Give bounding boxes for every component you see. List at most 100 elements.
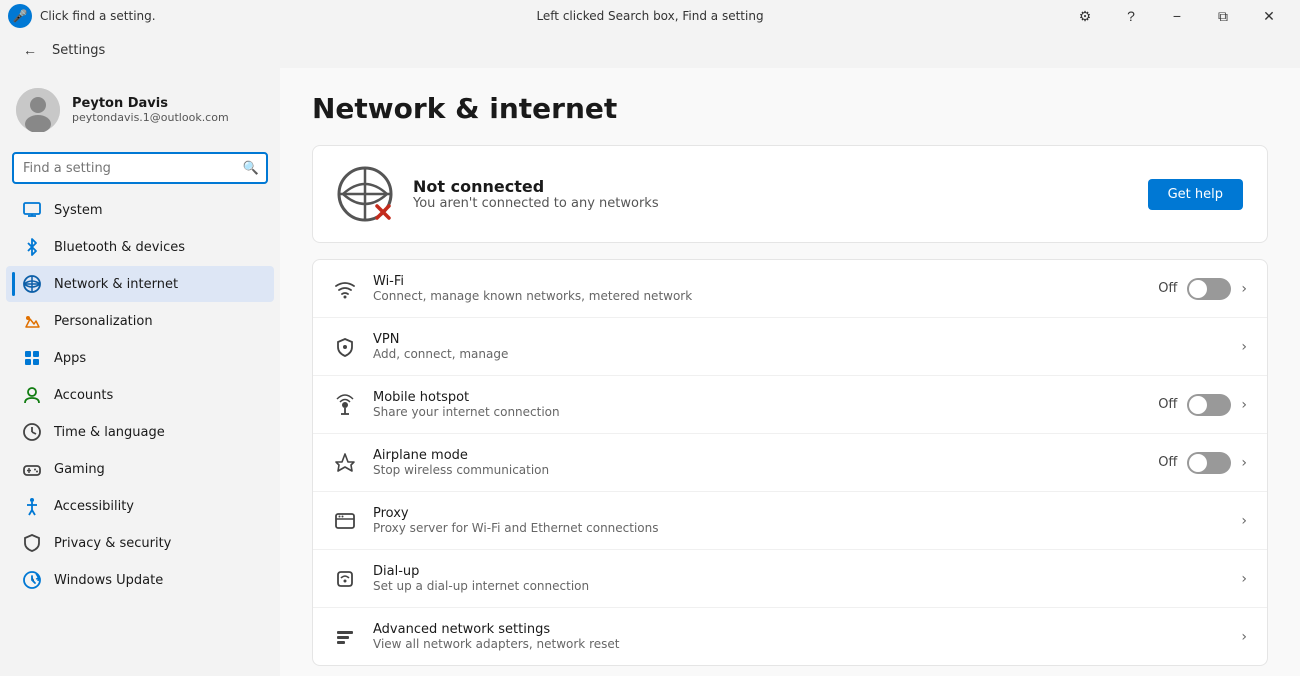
setting-row-proxy[interactable]: Proxy Proxy server for Wi-Fi and Etherne… [313,492,1267,550]
action-hint: Click find a setting. [40,9,156,23]
user-profile[interactable]: Peyton Davis peytondavis.1@outlook.com [0,76,280,144]
user-name: Peyton Davis [72,96,229,111]
setting-label-vpn: VPN [373,332,1225,347]
chevron-icon-proxy: › [1241,513,1247,529]
setting-desc-vpn: Add, connect, manage [373,347,1225,361]
sidebar-item-time[interactable]: Time & language [6,414,274,450]
settings-list: Wi-Fi Connect, manage known networks, me… [312,259,1268,666]
sidebar-item-label-apps: Apps [54,351,86,366]
setting-label-advanced: Advanced network settings [373,622,1225,637]
icon-proxy [333,509,357,533]
search-input[interactable] [23,161,237,176]
setting-label-hotspot: Mobile hotspot [373,390,1142,405]
get-help-button[interactable]: Get help [1148,179,1243,210]
status-card: Not connected You aren't connected to an… [312,145,1268,243]
accounts-nav-icon [22,385,42,405]
chevron-icon-airplane: › [1241,455,1247,471]
setting-row-wifi[interactable]: Wi-Fi Connect, manage known networks, me… [313,260,1267,318]
titlebar: 🎤 Click find a setting. Left clicked Sea… [0,0,1300,32]
sidebar-item-label-update: Windows Update [54,573,163,588]
toggle-label-airplane: Off [1158,455,1177,470]
titlebar-center-text: Left clicked Search box, Find a setting [536,9,763,23]
setting-row-advanced[interactable]: Advanced network settings View all netwo… [313,608,1267,665]
setting-desc-advanced: View all network adapters, network reset [373,637,1225,651]
gaming-nav-icon [22,459,42,479]
time-nav-icon [22,422,42,442]
update-nav-icon [22,570,42,590]
sidebar-item-label-network: Network & internet [54,277,178,292]
user-email: peytondavis.1@outlook.com [72,111,229,124]
sidebar-item-apps[interactable]: Apps [6,340,274,376]
search-box-wrapper[interactable]: 🔍 [12,152,268,184]
setting-text-vpn: VPN Add, connect, manage [373,332,1225,361]
setting-row-dialup[interactable]: Dial-up Set up a dial-up internet connec… [313,550,1267,608]
chevron-icon-vpn: › [1241,339,1247,355]
setting-right-hotspot: Off › [1158,394,1247,416]
page-title: Network & internet [312,92,1268,125]
toggle-hotspot[interactable] [1187,394,1231,416]
apps-nav-icon [22,348,42,368]
main-content: Peyton Davis peytondavis.1@outlook.com 🔍… [0,68,1300,676]
setting-text-dialup: Dial-up Set up a dial-up internet connec… [373,564,1225,593]
sidebar-item-personalization[interactable]: Personalization [6,303,274,339]
sidebar-item-label-accessibility: Accessibility [54,499,134,514]
chevron-icon-wifi: › [1241,281,1247,297]
setting-text-wifi: Wi-Fi Connect, manage known networks, me… [373,274,1142,303]
app-header: ← Settings [0,32,1300,68]
sidebar-item-label-privacy: Privacy & security [54,536,171,551]
chevron-icon-dialup: › [1241,571,1247,587]
sidebar-item-label-bluetooth: Bluetooth & devices [54,240,185,255]
sidebar-item-label-time: Time & language [54,425,165,440]
sidebar-item-system[interactable]: System [6,192,274,228]
sidebar: Peyton Davis peytondavis.1@outlook.com 🔍… [0,68,280,676]
icon-vpn [333,335,357,359]
icon-wifi [333,277,357,301]
setting-row-hotspot[interactable]: Mobile hotspot Share your internet conne… [313,376,1267,434]
restore-btn[interactable]: ⧉ [1200,0,1246,32]
setting-label-dialup: Dial-up [373,564,1225,579]
sidebar-item-label-gaming: Gaming [54,462,105,477]
sidebar-item-bluetooth[interactable]: Bluetooth & devices [6,229,274,265]
setting-text-hotspot: Mobile hotspot Share your internet conne… [373,390,1142,419]
minimize-btn[interactable]: − [1154,0,1200,32]
help-btn[interactable]: ? [1108,0,1154,32]
sidebar-item-accounts[interactable]: Accounts [6,377,274,413]
setting-right-airplane: Off › [1158,452,1247,474]
sidebar-item-network[interactable]: Network & internet [6,266,274,302]
icon-dialup [333,567,357,591]
accessibility-nav-icon [22,496,42,516]
setting-desc-airplane: Stop wireless communication [373,463,1142,477]
sidebar-nav: System Bluetooth & devices Network & int… [0,192,280,598]
icon-hotspot [333,393,357,417]
personalization-nav-icon [22,311,42,331]
sidebar-item-label-system: System [54,203,102,218]
sidebar-item-gaming[interactable]: Gaming [6,451,274,487]
back-button[interactable]: ← [16,36,44,64]
sidebar-item-accessibility[interactable]: Accessibility [6,488,274,524]
setting-desc-hotspot: Share your internet connection [373,405,1142,419]
system-nav-icon [22,200,42,220]
content-panel: Network & internet Not [280,68,1300,676]
setting-right-proxy: › [1241,513,1247,529]
toggle-wifi[interactable] [1187,278,1231,300]
setting-row-vpn[interactable]: VPN Add, connect, manage › [313,318,1267,376]
setting-desc-proxy: Proxy server for Wi-Fi and Ethernet conn… [373,521,1225,535]
setting-right-wifi: Off › [1158,278,1247,300]
sidebar-item-update[interactable]: Windows Update [6,562,274,598]
setting-right-dialup: › [1241,571,1247,587]
setting-label-wifi: Wi-Fi [373,274,1142,289]
toggle-label-hotspot: Off [1158,397,1177,412]
setting-row-airplane[interactable]: Airplane mode Stop wireless communicatio… [313,434,1267,492]
sidebar-item-privacy[interactable]: Privacy & security [6,525,274,561]
settings-icon-btn[interactable]: ⚙ [1062,0,1108,32]
privacy-nav-icon [22,533,42,553]
status-title: Not connected [413,177,1128,196]
toggle-airplane[interactable] [1187,452,1231,474]
bluetooth-nav-icon [22,237,42,257]
close-btn[interactable]: ✕ [1246,0,1292,32]
user-info: Peyton Davis peytondavis.1@outlook.com [72,96,229,124]
icon-airplane [333,451,357,475]
setting-label-proxy: Proxy [373,506,1225,521]
status-text: Not connected You aren't connected to an… [413,177,1128,211]
avatar [16,88,60,132]
